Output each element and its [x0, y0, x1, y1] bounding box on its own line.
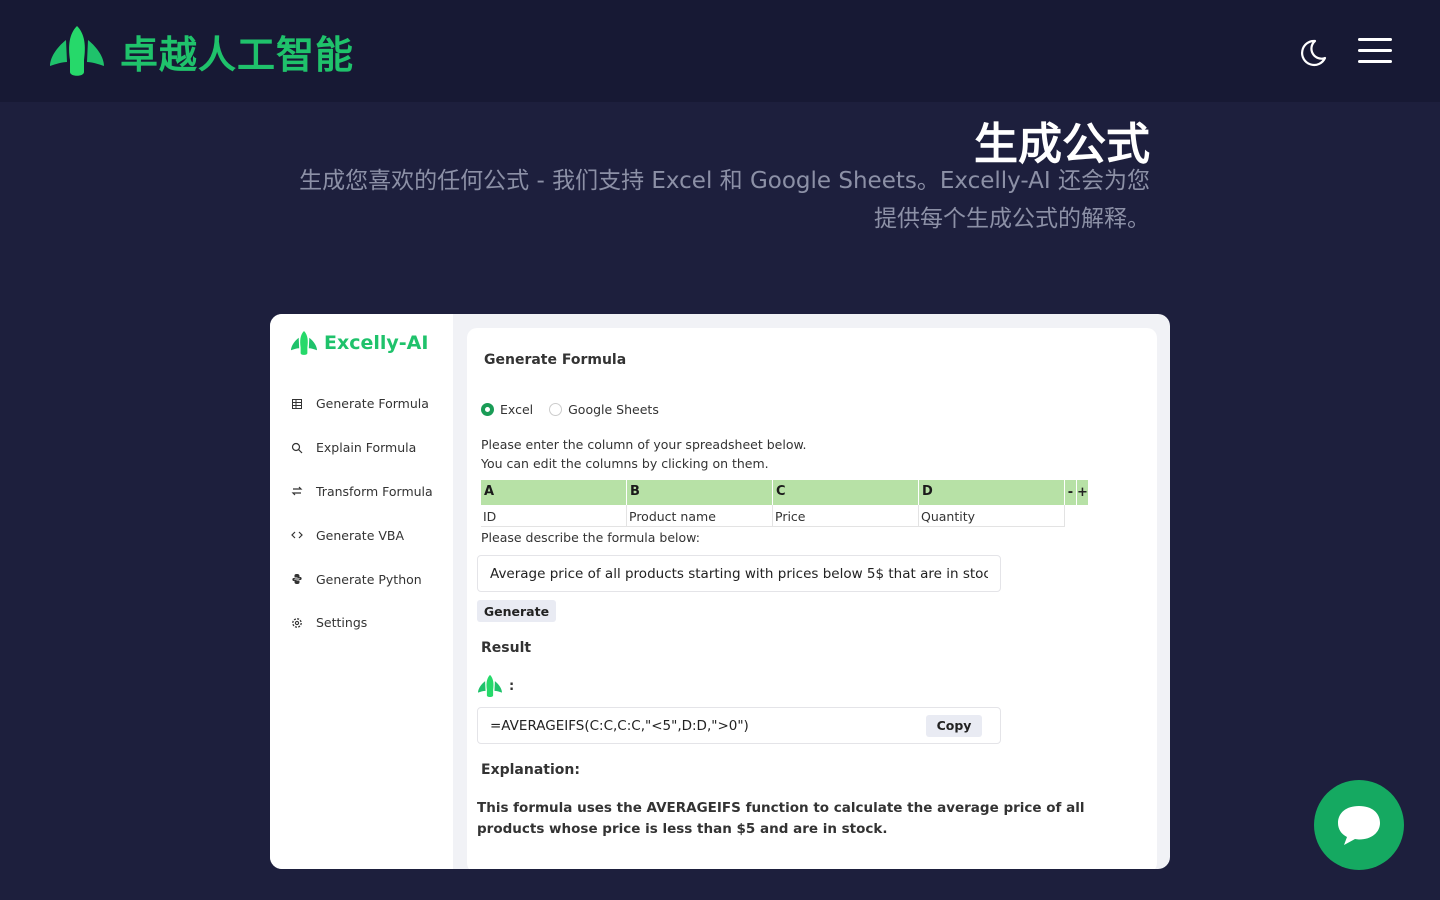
spreadsheet-columns: A B C D - + ID Product name Price Quanti… — [481, 480, 1089, 527]
column-header[interactable]: D — [919, 480, 1065, 505]
radio-excel-label: Excel — [500, 402, 534, 417]
sidebar-item-generate-formula[interactable]: Generate Formula — [290, 382, 450, 426]
code-icon — [290, 528, 304, 542]
brand[interactable]: 卓越人工智能 — [48, 24, 354, 78]
sidebar-item-explain-formula[interactable]: Explain Formula — [290, 426, 450, 470]
result-label: Result — [481, 640, 532, 656]
instruction-line: Please enter the column of your spreadsh… — [481, 437, 807, 452]
instruction-line: You can edit the columns by clicking on … — [481, 456, 769, 471]
column-cell[interactable]: Quantity — [919, 505, 1065, 527]
add-column-button[interactable]: + — [1077, 480, 1089, 505]
generate-button[interactable]: Generate — [477, 600, 556, 622]
result-assistant: : — [477, 674, 514, 698]
column-header-row: A B C D - + — [481, 480, 1089, 505]
copy-button[interactable]: Copy — [926, 714, 982, 737]
column-header[interactable]: B — [627, 480, 773, 505]
gear-icon — [290, 616, 304, 630]
sidebar: Excelly-AI Generate Formula Explain Form… — [270, 314, 453, 869]
python-icon — [290, 572, 304, 586]
rocket-leaf-icon — [478, 674, 502, 697]
instructions: Please enter the column of your spreadsh… — [481, 435, 807, 473]
search-icon — [290, 441, 304, 455]
sidebar-item-generate-python[interactable]: Generate Python — [290, 557, 450, 601]
column-header[interactable]: A — [481, 480, 627, 505]
rocket-leaf-icon — [50, 26, 104, 76]
chat-bubble-icon — [1338, 806, 1380, 845]
column-cell[interactable]: Price — [773, 505, 919, 527]
chat-widget-button[interactable] — [1314, 780, 1404, 870]
formula-description-input[interactable] — [477, 555, 1001, 592]
hamburger-menu-icon[interactable] — [1358, 38, 1392, 64]
radio-excel-dot[interactable] — [481, 403, 494, 416]
sidebar-item-generate-vba[interactable]: Generate VBA — [290, 513, 450, 557]
radio-sheets-label: Google Sheets — [568, 402, 659, 417]
app-preview: Excelly-AI Generate Formula Explain Form… — [270, 314, 1170, 869]
page-subtitle: 生成您喜欢的任何公式 - 我们支持 Excel 和 Google Sheets。… — [299, 168, 1150, 232]
describe-label: Please describe the formula below: — [481, 530, 700, 545]
result-colon: : — [509, 678, 515, 694]
sidebar-item-label: Generate Formula — [316, 396, 429, 412]
platform-radio-group: Excel Google Sheets — [481, 402, 675, 417]
brand-name: 卓越人工智能 — [120, 32, 355, 77]
sidebar-item-label: Generate Python — [316, 571, 422, 587]
explanation-label: Explanation: — [481, 762, 580, 778]
sidebar-item-label: Transform Formula — [316, 483, 433, 499]
sidebar-item-settings[interactable]: Settings — [290, 601, 450, 645]
formula-output: =AVERAGEIFS(C:C,C:C,"<5",D:D,">0") Copy — [477, 707, 1001, 744]
radio-excel[interactable]: Excel — [481, 402, 533, 417]
column-cell[interactable]: ID — [481, 505, 627, 527]
formula-text: =AVERAGEIFS(C:C,C:C,"<5",D:D,">0") — [490, 717, 749, 734]
column-header[interactable]: C — [773, 480, 919, 505]
explanation-text: This formula uses the AVERAGEIFS functio… — [477, 800, 1085, 837]
column-value-row: ID Product name Price Quantity — [481, 505, 1089, 527]
column-cell[interactable]: Product name — [627, 505, 773, 527]
sidebar-brand[interactable]: Excelly-AI — [290, 330, 428, 356]
main-content: Generate Formula Excel Google Sheets Ple… — [467, 328, 1157, 869]
sidebar-item-label: Explain Formula — [316, 440, 417, 456]
top-navbar: 卓越人工智能 — [0, 0, 1440, 102]
radio-google-sheets[interactable]: Google Sheets — [549, 402, 659, 417]
swap-icon — [290, 484, 304, 498]
remove-column-button[interactable]: - — [1065, 480, 1077, 505]
sidebar-brand-name: Excelly-AI — [324, 332, 429, 354]
sidebar-item-label: Generate VBA — [316, 527, 405, 543]
table-icon — [290, 397, 304, 411]
rocket-leaf-icon — [291, 330, 317, 355]
moon-icon[interactable] — [1298, 38, 1328, 68]
sidebar-item-transform-formula[interactable]: Transform Formula — [290, 470, 450, 514]
sidebar-nav: Generate Formula Explain Formula Transfo… — [290, 382, 450, 645]
section-title: Generate Formula — [484, 352, 627, 368]
radio-sheets-dot[interactable] — [549, 403, 563, 416]
sidebar-item-label: Settings — [316, 615, 368, 631]
